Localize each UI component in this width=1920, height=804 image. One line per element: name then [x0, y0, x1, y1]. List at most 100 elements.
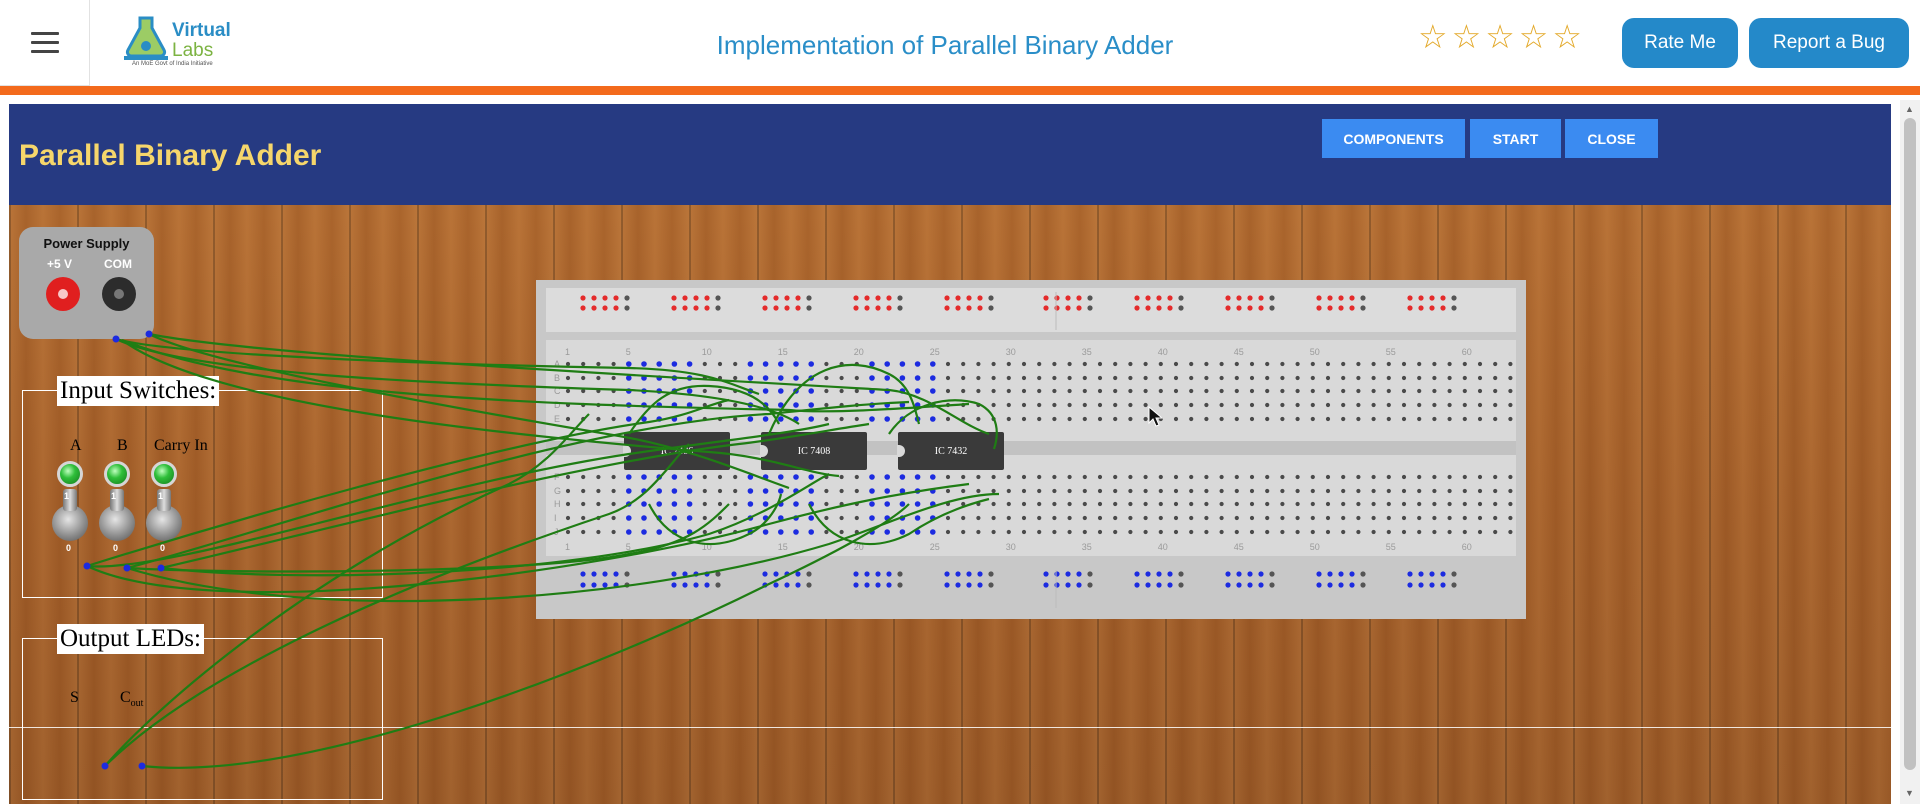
terminal-hole[interactable] — [1417, 388, 1422, 394]
terminal-hole[interactable] — [1310, 529, 1315, 535]
rail-hole[interactable] — [1451, 295, 1457, 301]
terminal-hole[interactable] — [626, 388, 632, 394]
terminal-hole[interactable] — [762, 375, 769, 381]
terminal-hole[interactable] — [1097, 402, 1103, 408]
terminal-hole[interactable] — [1477, 488, 1483, 494]
terminal-hole[interactable] — [1295, 388, 1300, 394]
terminal-hole[interactable] — [1386, 501, 1391, 507]
terminal-hole[interactable] — [793, 501, 799, 507]
terminal-hole[interactable] — [945, 501, 951, 507]
terminal-hole[interactable] — [1417, 375, 1422, 381]
terminal-hole[interactable] — [930, 501, 936, 507]
terminal-hole[interactable] — [1249, 474, 1255, 480]
terminal-hole[interactable] — [641, 501, 647, 507]
terminal-hole[interactable] — [1432, 361, 1437, 367]
terminal-hole[interactable] — [565, 416, 571, 422]
terminal-hole[interactable] — [1128, 375, 1133, 381]
terminal-hole[interactable] — [733, 402, 738, 408]
terminal-hole[interactable] — [1082, 402, 1087, 408]
terminal-hole[interactable] — [1477, 416, 1483, 422]
terminal-hole[interactable] — [1432, 375, 1437, 381]
terminal-hole[interactable] — [1113, 515, 1118, 521]
rail-hole[interactable] — [977, 305, 983, 311]
star-icon[interactable]: ☆ — [1452, 19, 1482, 55]
rail-hole[interactable] — [1349, 305, 1355, 311]
terminal-hole[interactable] — [686, 375, 693, 381]
terminal-hole[interactable] — [1462, 388, 1467, 394]
terminal-hole[interactable] — [1417, 416, 1422, 422]
terminal-hole[interactable] — [1204, 529, 1209, 535]
terminal-hole[interactable] — [808, 416, 814, 422]
terminal-hole[interactable] — [1113, 474, 1118, 480]
terminal-hole[interactable] — [1173, 388, 1179, 394]
terminal-hole[interactable] — [1432, 501, 1437, 507]
terminal-hole[interactable] — [565, 474, 571, 480]
terminal-hole[interactable] — [671, 515, 678, 521]
terminal-hole[interactable] — [1386, 474, 1391, 480]
terminal-hole[interactable] — [1265, 529, 1270, 535]
terminal-hole[interactable] — [581, 501, 586, 507]
terminal-hole[interactable] — [930, 388, 936, 394]
terminal-hole[interactable] — [869, 529, 875, 535]
terminal-hole[interactable] — [1082, 474, 1087, 480]
terminal-hole[interactable] — [1158, 375, 1163, 381]
terminal-hole[interactable] — [1249, 416, 1255, 422]
rail-hole[interactable] — [580, 305, 586, 311]
terminal-hole[interactable] — [1265, 474, 1270, 480]
terminal-hole[interactable] — [1280, 402, 1285, 408]
terminal-hole[interactable] — [1113, 416, 1118, 422]
terminal-hole[interactable] — [930, 361, 936, 367]
terminal-hole[interactable] — [1356, 388, 1361, 394]
terminal-hole[interactable] — [945, 388, 951, 394]
terminal-hole[interactable] — [1295, 402, 1300, 408]
terminal-hole[interactable] — [747, 361, 754, 367]
terminal-hole[interactable] — [839, 474, 844, 480]
terminal-hole[interactable] — [854, 402, 859, 408]
rail-hole[interactable] — [613, 295, 619, 301]
terminal-hole[interactable] — [914, 416, 921, 422]
terminal-hole[interactable] — [1493, 402, 1498, 408]
terminal-hole[interactable] — [641, 402, 647, 408]
terminal-hole[interactable] — [778, 529, 784, 535]
terminal-hole[interactable] — [1447, 361, 1452, 367]
terminal-hole[interactable] — [930, 474, 936, 480]
terminal-hole[interactable] — [1295, 515, 1300, 521]
terminal-hole[interactable] — [1158, 529, 1163, 535]
terminal-hole[interactable] — [1325, 529, 1331, 535]
terminal-hole[interactable] — [1401, 515, 1407, 521]
terminal-hole[interactable] — [976, 388, 981, 394]
terminal-hole[interactable] — [1341, 375, 1346, 381]
terminal-hole[interactable] — [1325, 375, 1331, 381]
terminal-hole[interactable] — [1386, 529, 1391, 535]
terminal-hole[interactable] — [1280, 488, 1285, 494]
terminal-hole[interactable] — [1325, 488, 1331, 494]
terminal-hole[interactable] — [1493, 474, 1498, 480]
terminal-hole[interactable] — [702, 529, 707, 535]
toggle-switch-b[interactable]: 1 0 — [96, 489, 138, 553]
terminal-hole[interactable] — [1310, 416, 1315, 422]
terminal-hole[interactable] — [1006, 361, 1011, 367]
terminal-hole[interactable] — [1477, 402, 1483, 408]
terminal-hole[interactable] — [686, 515, 693, 521]
terminal-hole[interactable] — [1386, 402, 1391, 408]
rail-hole[interactable] — [944, 305, 950, 311]
rail-hole[interactable] — [784, 305, 790, 311]
terminal-hole[interactable] — [1477, 388, 1483, 394]
terminal-hole[interactable] — [596, 515, 601, 521]
terminal-hole[interactable] — [1341, 402, 1346, 408]
terminal-hole[interactable] — [778, 402, 784, 408]
terminal-hole[interactable] — [733, 361, 738, 367]
terminal-hole[interactable] — [1249, 402, 1255, 408]
terminal-hole[interactable] — [671, 501, 678, 507]
terminal-hole[interactable] — [976, 501, 981, 507]
terminal-hole[interactable] — [914, 501, 921, 507]
rail-hole[interactable] — [795, 295, 801, 301]
terminal-hole[interactable] — [641, 388, 647, 394]
terminal-hole[interactable] — [1280, 388, 1285, 394]
star-icon[interactable]: ☆ — [1552, 19, 1582, 55]
terminal-hole[interactable] — [1401, 402, 1407, 408]
terminal-hole[interactable] — [991, 515, 996, 521]
terminal-hole[interactable] — [1280, 501, 1285, 507]
terminal-hole[interactable] — [1128, 501, 1133, 507]
terminal-hole[interactable] — [702, 488, 707, 494]
